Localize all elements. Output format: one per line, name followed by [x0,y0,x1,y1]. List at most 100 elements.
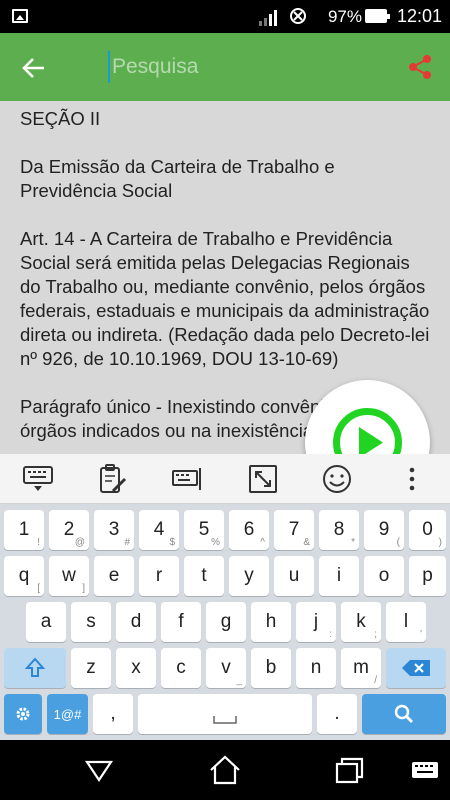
key-s[interactable]: s [71,602,111,642]
search-input[interactable] [108,51,388,83]
space-bar-icon [213,716,237,724]
battery-percent: 97% [327,7,362,26]
key-1[interactable]: 1! [4,510,44,550]
key-0[interactable]: 0) [409,510,446,550]
clipboard-edit-icon[interactable] [97,464,129,494]
key-label: , [110,703,116,724]
key-sublabel: * [351,537,355,548]
backspace-key[interactable] [386,648,446,688]
key-o[interactable]: o [364,556,404,596]
keyboard-settings-icon[interactable] [172,464,204,494]
key-7[interactable]: 7 & [274,510,314,550]
backspace-icon [402,660,430,676]
app-bar [0,33,450,101]
gear-icon [16,707,30,721]
key-label: 1@# [53,707,82,722]
share-icon[interactable] [405,52,435,82]
key-sublabel: # [124,537,130,548]
key-r[interactable]: r [139,556,179,596]
key-label: t [201,565,207,586]
key-j[interactable]: j: [296,602,336,642]
key-w[interactable]: w] [49,556,89,596]
key-sublabel: ! [37,537,40,548]
key-a[interactable]: a [26,602,66,642]
keyboard-switch-icon[interactable] [410,754,444,786]
keyboard: 1! 2 @ 3 # 4 $ 5% 6 ^ 7 & 8 * 9( 0) q[ w] e r … [0,454,450,740]
shift-key[interactable] [4,648,66,688]
key-sublabel: ' [420,629,422,640]
keyboard-keys: 1! 2 @ 3 # 4 $ 5% 6 ^ 7 & 8 * 9( 0) q[ w] e r … [0,504,450,740]
key-z[interactable]: z [71,648,111,688]
key-sublabel: [ [37,583,40,594]
resize-icon[interactable] [247,464,279,494]
key-label: u [288,565,300,586]
key-label: z [86,657,96,678]
emoji-icon[interactable] [321,464,353,494]
search-key[interactable] [362,694,446,734]
key-label: d [130,611,142,632]
key-label: e [108,565,120,586]
recents-icon[interactable] [333,754,367,786]
key-x[interactable]: x [116,648,156,688]
document-viewer[interactable]: SEÇÃO II Da Emissão da Carteira de Traba… [0,101,450,454]
key-sublabel: ; [374,629,377,640]
key-2[interactable]: 2 @ [49,510,89,550]
key-sublabel: ] [82,583,85,594]
key-8[interactable]: 8 * [319,510,359,550]
key-sublabel: ^ [260,537,265,548]
shift-icon [25,657,45,677]
key-d[interactable]: d [116,602,156,642]
gallery-notification-icon [12,9,28,23]
key-label: n [310,657,322,678]
key-e[interactable]: e [94,556,134,596]
key-q[interactable]: q[ [4,556,44,596]
key-y[interactable]: y [229,556,269,596]
key-p[interactable]: p [409,556,446,596]
key-i[interactable]: i [319,556,359,596]
key-b[interactable]: b [251,648,291,688]
key-label: x [131,657,141,678]
key-sublabel: / [374,675,377,686]
key-9[interactable]: 9( [364,510,404,550]
key-c[interactable]: c [161,648,201,688]
key-u[interactable]: u [274,556,314,596]
key-label: a [40,611,52,632]
key-k[interactable]: k; [341,602,381,642]
key-label: o [378,565,390,586]
space-key[interactable] [138,694,312,734]
key-4[interactable]: 4 $ [139,510,179,550]
keyboard-settings-key[interactable] [4,694,42,734]
section-heading: SEÇÃO II [20,108,101,129]
key-t[interactable]: t [184,556,224,596]
back-arrow-icon[interactable] [20,53,50,83]
home-icon[interactable] [208,754,242,786]
key-h[interactable]: h [251,602,291,642]
key-label: p [422,565,433,586]
more-vert-icon[interactable] [396,464,428,494]
key-5[interactable]: 5% [184,510,224,550]
period-key[interactable]: . [317,694,357,734]
battery-icon [365,9,390,23]
status-bar: 97% 12:01 [0,0,450,33]
key-n[interactable]: n [296,648,336,688]
key-sublabel: & [303,537,310,548]
navigation-bar [0,740,450,800]
key-sublabel: % [211,537,220,548]
key-f[interactable]: f [161,602,201,642]
key-sublabel: ( [396,537,400,548]
key-m[interactable]: m / [341,648,381,688]
clock: 12:01 [396,6,442,26]
key-l[interactable]: l ' [386,602,426,642]
key-3[interactable]: 3 # [94,510,134,550]
keyboard-hide-icon[interactable] [22,464,54,494]
key-g[interactable]: g [206,602,246,642]
key-label: f [178,611,184,632]
key-label: . [334,703,340,724]
key-6[interactable]: 6 ^ [229,510,269,550]
play-icon [333,408,402,454]
comma-key[interactable]: , [93,694,133,734]
key-v[interactable]: v _ [206,648,246,688]
back-triangle-icon[interactable] [82,754,116,786]
symbols-key[interactable]: 1@# [47,694,88,734]
key-sublabel: : [329,629,332,640]
